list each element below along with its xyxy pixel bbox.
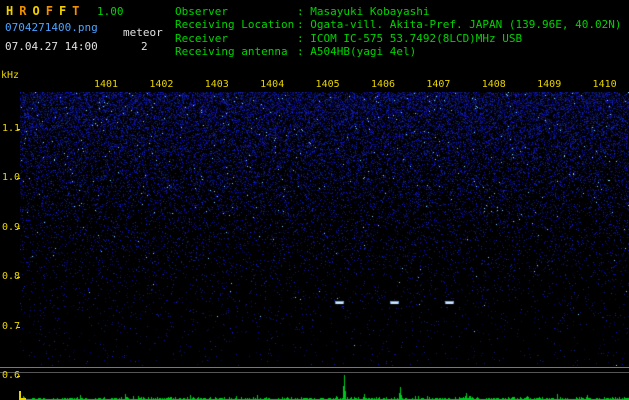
station-info-row: Receiving antenna: A504HB(yagi 4el) xyxy=(175,45,622,58)
minute-tick-label: 1403 xyxy=(199,79,235,90)
app-title-letter: F xyxy=(46,4,53,18)
minute-tick-label: 1405 xyxy=(310,79,346,90)
app-title-letter: H xyxy=(6,4,13,18)
station-info-row: Receiver: ICOM IC-575 53.7492(8LCD)MHz U… xyxy=(175,32,622,45)
info-value: : Ogata-vill. Akita-Pref. JAPAN (139.96E… xyxy=(297,18,622,31)
minute-tick-label: 1406 xyxy=(365,79,401,90)
app-version: 1.00 xyxy=(97,5,124,18)
info-label: Receiver xyxy=(175,32,297,45)
app-title: HROFFT xyxy=(6,4,85,18)
khz-tick-mark xyxy=(17,129,20,130)
info-label: Receiving antenna xyxy=(175,45,297,58)
signal-strip-canvas xyxy=(20,374,629,400)
station-info-row: Observer: Masayuki Kobayashi xyxy=(175,5,622,18)
observation-datetime: 07.04.27 14:00 xyxy=(5,40,98,53)
station-info: Observer: Masayuki Kobayashi Receiving Lo… xyxy=(175,5,622,59)
info-value: : A504HB(yagi 4el) xyxy=(297,45,416,58)
info-label: Receiving Location xyxy=(175,18,297,31)
app-title-letter: R xyxy=(19,4,26,18)
app-title-letter: O xyxy=(32,4,39,18)
hrofft-output: HROFFT 1.00 0704271400.png meteor 07.04.… xyxy=(0,0,629,400)
spectrogram-canvas xyxy=(20,92,629,366)
khz-tick-mark xyxy=(17,327,20,328)
minute-tick-label: 1401 xyxy=(88,79,124,90)
app-title-letter: F xyxy=(59,4,66,18)
minute-tick-label: 1404 xyxy=(254,79,290,90)
khz-tick-mark xyxy=(17,277,20,278)
info-label: Observer xyxy=(175,5,297,18)
strip-divider-line-2 xyxy=(0,372,629,373)
minute-tick-label: 1408 xyxy=(476,79,512,90)
khz-tick-mark xyxy=(17,376,20,377)
meteor-label: meteor xyxy=(123,26,163,39)
khz-tick-mark xyxy=(17,228,20,229)
y-axis-unit: kHz xyxy=(1,70,19,82)
info-value: : ICOM IC-575 53.7492(8LCD)MHz USB xyxy=(297,32,522,45)
minute-tick-label: 1409 xyxy=(531,79,567,90)
station-info-row: Receiving Location: Ogata-vill. Akita-Pr… xyxy=(175,18,622,31)
info-value: : Masayuki Kobayashi xyxy=(297,5,429,18)
minute-tick-label: 1402 xyxy=(143,79,179,90)
meteor-count: 2 xyxy=(141,40,148,53)
minute-tick-label: 1410 xyxy=(587,79,623,90)
minute-tick-label: 1407 xyxy=(420,79,456,90)
khz-tick-mark xyxy=(17,178,20,179)
output-filename: 0704271400.png xyxy=(5,21,98,34)
app-title-letter: T xyxy=(72,4,79,18)
strip-divider-line-1 xyxy=(0,367,629,368)
